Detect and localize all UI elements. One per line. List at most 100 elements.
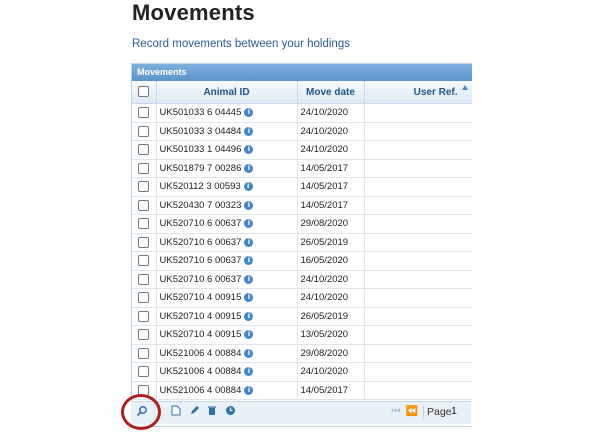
row-checkbox[interactable] <box>138 366 150 378</box>
animal-id-text: UK501033 6 04445 <box>159 107 242 119</box>
select-all-header[interactable] <box>132 81 157 104</box>
row-checkbox[interactable] <box>138 181 150 193</box>
info-icon[interactable]: i <box>244 108 254 118</box>
pager-divider <box>423 406 424 419</box>
row-select-cell[interactable] <box>132 325 157 345</box>
info-icon[interactable]: i <box>244 256 254 266</box>
row-select-cell[interactable] <box>132 177 157 197</box>
column-header-move-date[interactable]: Move date <box>297 81 365 104</box>
row-checkbox[interactable] <box>138 144 150 156</box>
table-row[interactable]: UK520710 6 00637 i 16/05/2020 <box>132 251 472 271</box>
page-number-input[interactable]: 1 <box>451 405 457 417</box>
info-icon[interactable]: i <box>244 293 254 303</box>
animal-id-cell: UK520112 3 00593 i <box>156 177 298 197</box>
row-checkbox[interactable] <box>138 107 150 119</box>
table-row[interactable]: UK521006 4 00884 i 24/10/2020 <box>132 362 472 382</box>
row-select-cell[interactable] <box>132 307 157 326</box>
row-checkbox[interactable] <box>138 310 150 322</box>
info-icon[interactable]: i <box>244 237 254 247</box>
select-all-checkbox[interactable] <box>138 86 150 98</box>
move-date-cell: 14/05/2017 <box>297 381 365 400</box>
info-icon[interactable]: i <box>244 330 254 340</box>
refresh-icon[interactable] <box>223 405 237 419</box>
table-row[interactable]: UK501033 1 04496 i 24/10/2020 <box>132 140 472 160</box>
prev-page-icon[interactable]: ⏪ <box>405 405 419 419</box>
row-select-cell[interactable] <box>132 344 157 363</box>
row-select-cell[interactable] <box>132 270 157 289</box>
animal-id-cell: UK520710 6 00637 i <box>156 233 298 252</box>
row-select-cell[interactable] <box>132 288 157 308</box>
user-ref-cell <box>364 344 472 363</box>
table-row[interactable]: UK520710 6 00637 i 29/08/2020 <box>132 214 472 234</box>
animal-id-text: UK520710 4 00915 <box>159 292 242 304</box>
info-icon[interactable]: i <box>244 311 254 321</box>
row-checkbox[interactable] <box>138 125 150 137</box>
animal-id-cell: UK520710 6 00637 i <box>156 214 298 234</box>
animal-id-text: UK520710 4 00915 <box>159 329 242 341</box>
animal-id-text: UK520710 6 00637 <box>159 236 242 248</box>
info-icon[interactable]: i <box>244 200 254 210</box>
animal-id-text: UK501033 3 04484 <box>159 125 242 137</box>
user-ref-cell <box>364 140 472 160</box>
table-row[interactable]: UK501033 6 04445 i 24/10/2020 <box>132 103 472 123</box>
info-icon[interactable]: i <box>244 145 254 155</box>
info-icon[interactable]: i <box>244 385 254 395</box>
row-checkbox[interactable] <box>138 255 150 267</box>
column-header-animal-id[interactable]: Animal ID <box>156 81 298 104</box>
annotation-highlight-circle <box>121 394 161 430</box>
move-date-cell: 14/05/2017 <box>297 196 365 215</box>
animal-id-text: UK520710 6 00637 <box>159 273 242 285</box>
table-row[interactable]: UK520710 4 00915 i 24/10/2020 <box>132 288 472 308</box>
move-date-cell: 24/10/2020 <box>297 362 365 382</box>
table-row[interactable]: UK520112 3 00593 i 14/05/2017 <box>132 177 472 197</box>
row-select-cell[interactable] <box>132 362 157 382</box>
row-checkbox[interactable] <box>138 236 150 248</box>
animal-id-text: UK501033 1 04496 <box>159 144 242 156</box>
table-row[interactable]: UK521006 4 00884 i 29/08/2020 <box>132 344 472 363</box>
row-checkbox[interactable] <box>138 162 150 174</box>
table-row[interactable]: UK520710 4 00915 i 13/05/2020 <box>132 325 472 345</box>
move-date-cell: 29/08/2020 <box>297 344 365 363</box>
add-icon[interactable] <box>169 405 183 419</box>
info-icon[interactable]: i <box>244 367 254 377</box>
user-ref-cell <box>364 288 472 308</box>
row-select-cell[interactable] <box>132 103 157 123</box>
row-select-cell[interactable] <box>132 196 157 215</box>
table-row[interactable]: UK520710 4 00915 i 26/05/2019 <box>132 307 472 326</box>
user-ref-cell <box>364 159 472 178</box>
animal-id-cell: UK520710 6 00637 i <box>156 251 298 271</box>
move-date-cell: 24/10/2020 <box>297 122 365 141</box>
info-icon[interactable]: i <box>244 126 254 136</box>
column-header-user-ref[interactable]: User Ref. <box>364 81 472 104</box>
row-checkbox[interactable] <box>138 329 150 341</box>
info-icon[interactable]: i <box>244 163 254 173</box>
table-row[interactable]: UK520710 6 00637 i 24/10/2020 <box>132 270 472 289</box>
table-row[interactable]: UK501879 7 00286 i 14/05/2017 <box>132 159 472 178</box>
animal-id-cell: UK521006 4 00884 i <box>156 362 298 382</box>
row-select-cell[interactable] <box>132 159 157 178</box>
animal-id-cell: UK520710 4 00915 i <box>156 325 298 345</box>
row-select-cell[interactable] <box>132 233 157 252</box>
info-icon[interactable]: i <box>244 274 254 284</box>
row-select-cell[interactable] <box>132 122 157 141</box>
info-icon[interactable]: i <box>244 348 254 358</box>
row-select-cell[interactable] <box>132 214 157 234</box>
row-select-cell[interactable] <box>132 251 157 271</box>
move-date-cell: 24/10/2020 <box>297 140 365 160</box>
row-checkbox[interactable] <box>138 292 150 304</box>
table-row[interactable]: UK520710 6 00637 i 26/05/2019 <box>132 233 472 252</box>
table-row[interactable]: UK520430 7 00323 i 14/05/2017 <box>132 196 472 215</box>
info-icon[interactable]: i <box>243 182 253 192</box>
delete-icon[interactable] <box>205 405 219 419</box>
row-select-cell[interactable] <box>132 140 157 160</box>
row-checkbox[interactable] <box>138 199 150 211</box>
row-checkbox[interactable] <box>138 273 150 285</box>
table-row[interactable]: UK501033 3 04484 i 24/10/2020 <box>132 122 472 141</box>
info-icon[interactable]: i <box>244 219 254 229</box>
edit-icon[interactable] <box>187 405 201 419</box>
animal-id-cell: UK520710 4 00915 i <box>156 307 298 326</box>
row-checkbox[interactable] <box>138 218 150 230</box>
table-row[interactable]: UK521006 4 00884 i 14/05/2017 <box>132 381 472 400</box>
first-page-icon[interactable]: ⏮ <box>389 405 403 419</box>
row-checkbox[interactable] <box>138 347 150 359</box>
